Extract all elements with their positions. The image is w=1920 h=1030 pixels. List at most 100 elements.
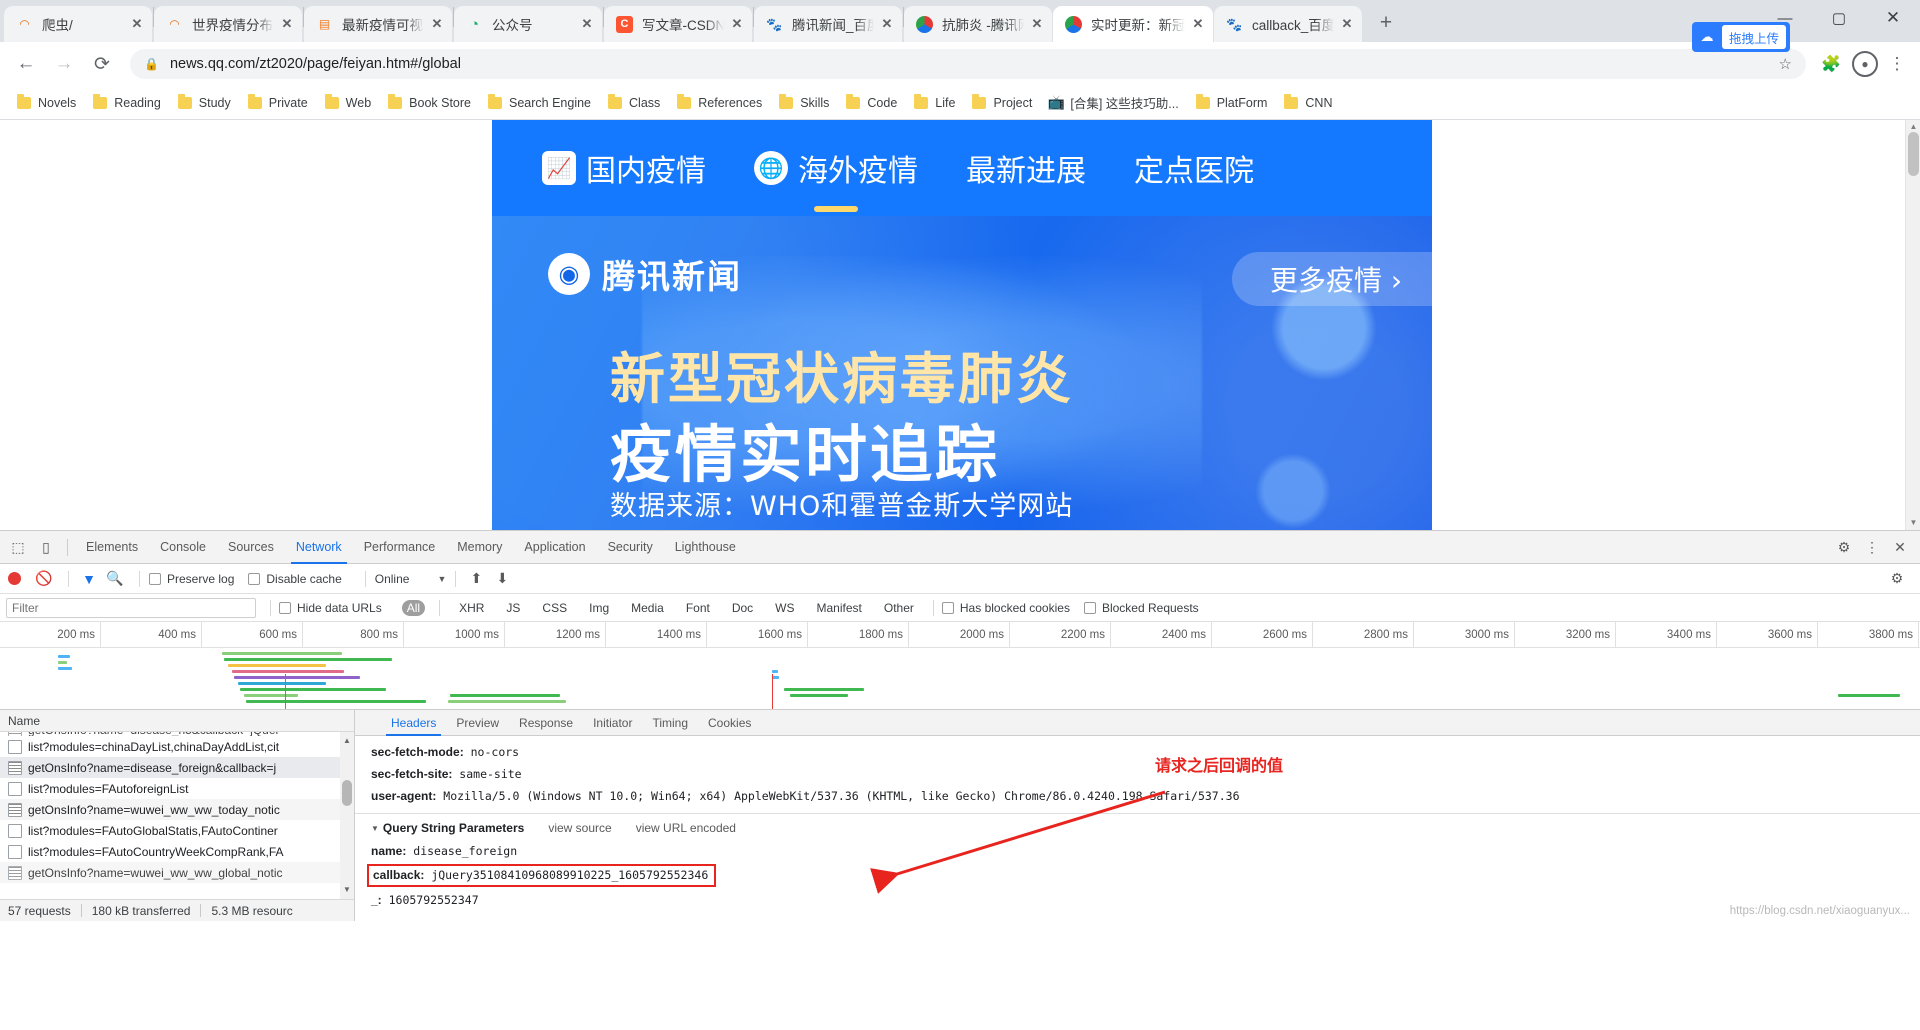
bookmark-item[interactable]: Private: [239, 92, 316, 114]
filter-input[interactable]: [6, 597, 256, 618]
browser-tab[interactable]: ◠ 世界疫情分布情 ✕: [154, 6, 302, 42]
filter-type-img[interactable]: Img: [584, 600, 614, 616]
new-tab-button[interactable]: +: [1369, 6, 1403, 40]
bookmark-item[interactable]: Search Engine: [479, 92, 599, 114]
chrome-menu-icon[interactable]: ⋮: [1884, 54, 1910, 74]
scroll-up-icon[interactable]: ▲: [340, 734, 354, 748]
more-vertical-icon[interactable]: ⋮: [1858, 533, 1886, 561]
filter-type-other[interactable]: Other: [879, 600, 919, 616]
bookmark-item[interactable]: Reading: [84, 92, 169, 114]
bookmark-item[interactable]: References: [668, 92, 770, 114]
table-row[interactable]: getOnsInfo?name=wuwei_ww_ww_today_notic: [0, 799, 354, 820]
tab-close-button[interactable]: ✕: [878, 15, 896, 33]
filter-icon[interactable]: ▼: [78, 568, 100, 590]
bookmark-item[interactable]: CNN: [1275, 92, 1340, 114]
bookmark-item[interactable]: 📺 [合集] 这些技巧助...: [1040, 90, 1186, 115]
filter-type-font[interactable]: Font: [681, 600, 715, 616]
throttling-dropdown[interactable]: Online ▼: [375, 572, 447, 586]
table-row[interactable]: getOnsInfo?name=disease_h5&callback=jQue…: [0, 732, 354, 736]
has-blocked-cookies-checkbox[interactable]: Has blocked cookies: [941, 601, 1070, 615]
search-icon[interactable]: 🔍: [104, 568, 126, 590]
browser-tab[interactable]: C 写文章-CSDN博 ✕: [604, 6, 752, 42]
bookmark-item[interactable]: Skills: [770, 92, 837, 114]
qq-nav-latest[interactable]: 最新进展: [966, 146, 1086, 190]
tab-console[interactable]: Console: [149, 531, 217, 564]
detail-tab-response[interactable]: Response: [509, 710, 583, 736]
tab-close-button[interactable]: ✕: [128, 15, 146, 33]
view-url-encoded-link[interactable]: view URL encoded: [636, 821, 736, 835]
extensions-icon[interactable]: 🧩: [1816, 49, 1846, 79]
blocked-requests-checkbox[interactable]: Blocked Requests: [1083, 601, 1199, 615]
qq-nav-overseas[interactable]: 🌐 海外疫情: [754, 146, 918, 190]
view-source-link[interactable]: view source: [548, 821, 611, 835]
detail-tab-preview[interactable]: Preview: [446, 710, 509, 736]
bookmark-item[interactable]: Novels: [8, 92, 84, 114]
network-settings-icon[interactable]: ⚙: [1886, 568, 1908, 590]
request-list-header[interactable]: Name: [0, 710, 354, 732]
export-har-icon[interactable]: ⬇: [491, 568, 513, 590]
tab-close-button[interactable]: ✕: [1338, 15, 1356, 33]
table-row[interactable]: getOnsInfo?name=wuwei_ww_ww_global_notic: [0, 862, 354, 883]
preserve-log-checkbox[interactable]: Preserve log: [149, 572, 234, 586]
detail-tab-cookies[interactable]: Cookies: [698, 710, 761, 736]
record-icon[interactable]: [8, 572, 21, 585]
tab-network[interactable]: Network: [285, 531, 353, 564]
filter-type-js[interactable]: JS: [501, 600, 525, 616]
maximize-button[interactable]: ▢: [1812, 0, 1866, 36]
bookmark-star-icon[interactable]: ☆: [1779, 55, 1792, 73]
network-overview[interactable]: 200 ms 400 ms 600 ms 800 ms 1000 ms 1200…: [0, 622, 1920, 710]
request-list-scrollbar[interactable]: ▲ ▼: [340, 732, 354, 899]
bookmark-item[interactable]: Study: [169, 92, 239, 114]
settings-gear-icon[interactable]: ⚙: [1830, 533, 1858, 561]
tab-security[interactable]: Security: [597, 531, 664, 564]
close-devtools-icon[interactable]: ✕: [1886, 533, 1914, 561]
filter-type-ws[interactable]: WS: [770, 600, 799, 616]
scroll-down-icon[interactable]: ▼: [1906, 516, 1920, 530]
address-bar[interactable]: 🔒 news.qq.com/zt2020/page/feiyan.htm#/gl…: [130, 49, 1806, 79]
qq-nav-hospitals[interactable]: 定点医院: [1134, 146, 1254, 190]
hide-data-urls-checkbox[interactable]: Hide data URLs: [279, 601, 382, 615]
detail-tab-timing[interactable]: Timing: [642, 710, 698, 736]
forward-button[interactable]: →: [48, 48, 80, 80]
browser-tab-active[interactable]: 实时更新：新冠 ✕: [1053, 6, 1213, 42]
filter-type-xhr[interactable]: XHR: [454, 600, 489, 616]
tab-sources[interactable]: Sources: [217, 531, 285, 564]
profile-avatar[interactable]: ●: [1852, 51, 1878, 77]
qq-nav-domestic[interactable]: 📈 国内疫情: [542, 146, 706, 190]
table-row[interactable]: list?modules=FAutoCountryWeekCompRank,FA: [0, 841, 354, 862]
import-har-icon[interactable]: ⬆: [465, 568, 487, 590]
bookmark-item[interactable]: Life: [905, 92, 963, 114]
browser-tab[interactable]: ◔ 公众号 ✕: [454, 6, 602, 42]
tab-application[interactable]: Application: [513, 531, 596, 564]
reload-button[interactable]: ⟳: [86, 48, 118, 80]
tab-lighthouse[interactable]: Lighthouse: [664, 531, 747, 564]
close-window-button[interactable]: ✕: [1866, 0, 1920, 36]
table-row[interactable]: list?modules=FAutoforeignList: [0, 778, 354, 799]
filter-type-css[interactable]: CSS: [537, 600, 572, 616]
scrollbar-thumb[interactable]: [1908, 132, 1919, 176]
tab-close-button[interactable]: ✕: [728, 15, 746, 33]
browser-tab[interactable]: ◠ 爬虫/ ✕: [4, 6, 152, 42]
browser-tab[interactable]: ▤ 最新疫情可视化 ✕: [304, 6, 452, 42]
filter-type-manifest[interactable]: Manifest: [812, 600, 867, 616]
tab-close-button[interactable]: ✕: [428, 15, 446, 33]
filter-type-media[interactable]: Media: [626, 600, 669, 616]
query-string-section-header[interactable]: ▼ Query String Parameters view source vi…: [371, 818, 1920, 840]
table-row-selected[interactable]: getOnsInfo?name=disease_foreign&callback…: [0, 757, 354, 778]
bookmark-item[interactable]: Book Store: [379, 92, 479, 114]
browser-tab[interactable]: 抗肺炎 -腾讯网 ✕: [904, 6, 1052, 42]
page-scrollbar[interactable]: ▲ ▼: [1905, 120, 1920, 530]
bookmark-item[interactable]: Web: [316, 92, 379, 114]
disable-cache-checkbox[interactable]: Disable cache: [248, 572, 342, 586]
bookmark-item[interactable]: Class: [599, 92, 668, 114]
tab-close-button[interactable]: ✕: [1028, 15, 1046, 33]
browser-tab[interactable]: 🐾 callback_百度搜 ✕: [1214, 6, 1362, 42]
device-toolbar-icon[interactable]: ▯: [32, 533, 60, 561]
bookmark-item[interactable]: PlatForm: [1187, 92, 1276, 114]
bookmark-item[interactable]: Project: [963, 92, 1040, 114]
tab-performance[interactable]: Performance: [353, 531, 447, 564]
filter-type-doc[interactable]: Doc: [727, 600, 758, 616]
tab-elements[interactable]: Elements: [75, 531, 149, 564]
browser-tab[interactable]: 🐾 腾讯新闻_百度 ✕: [754, 6, 902, 42]
table-row[interactable]: list?modules=chinaDayList,chinaDayAddLis…: [0, 736, 354, 757]
